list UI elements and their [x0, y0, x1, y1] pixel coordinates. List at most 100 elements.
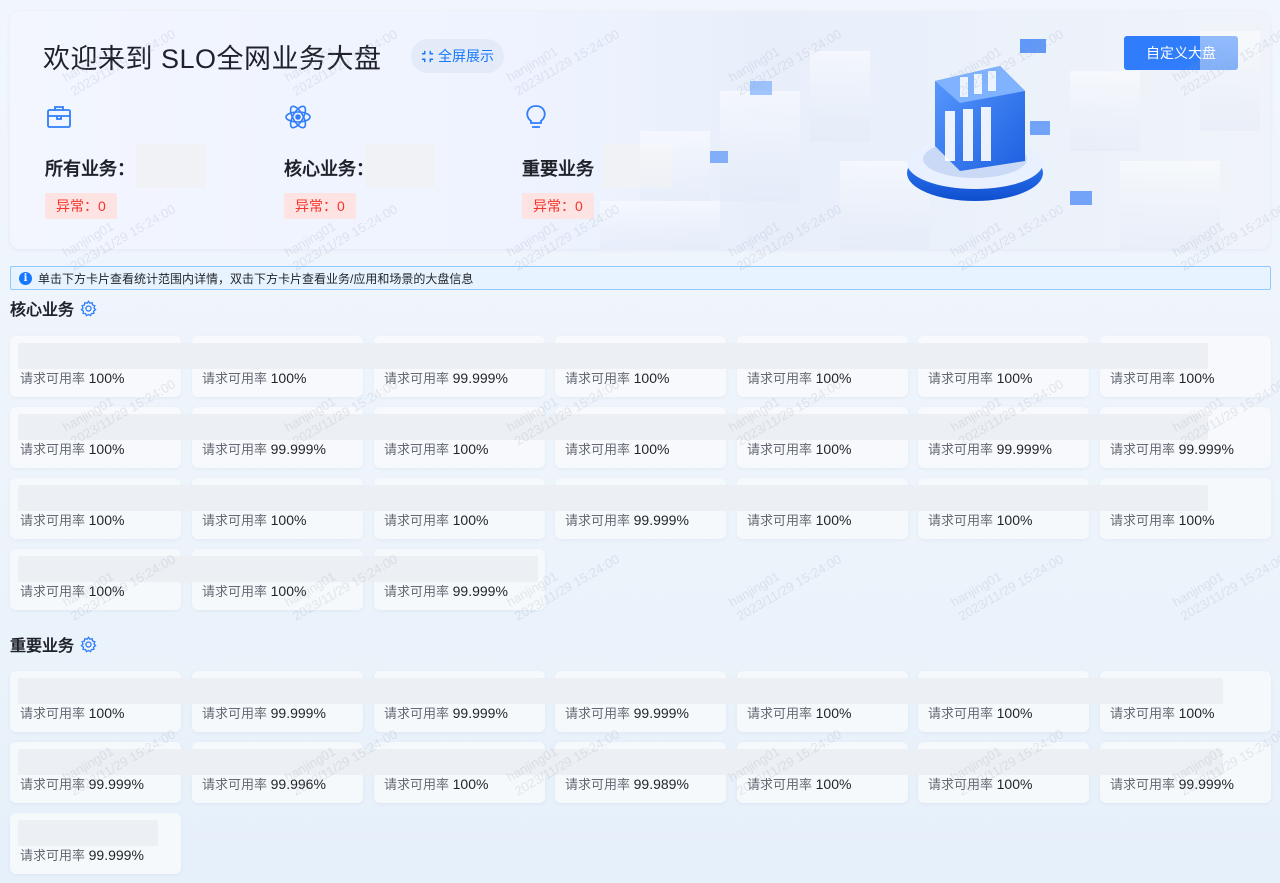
- metric-value: 100%: [996, 370, 1033, 386]
- metric-label: 请求可用率: [565, 777, 634, 792]
- availability-metric: 请求可用率 99.999%: [928, 439, 1052, 458]
- metric-label: 请求可用率: [747, 777, 816, 792]
- metric-label: 请求可用率: [202, 706, 271, 721]
- metric-label: 请求可用率: [202, 584, 271, 599]
- availability-metric: 请求可用率 99.999%: [202, 703, 326, 722]
- metric-label: 请求可用率: [565, 371, 634, 386]
- metric-value: 100%: [88, 512, 125, 528]
- metric-value: 100%: [270, 370, 307, 386]
- availability-metric: 请求可用率 100%: [1110, 703, 1214, 722]
- metric-label: 请求可用率: [1110, 442, 1179, 457]
- redacted-names-strip: [18, 820, 158, 846]
- metric-label: 请求可用率: [565, 442, 634, 457]
- info-icon: i: [19, 271, 32, 285]
- metric-label: 请求可用率: [20, 442, 89, 457]
- availability-metric: 请求可用率 99.999%: [202, 439, 326, 458]
- stat-label: 重要业务: [522, 159, 594, 179]
- abnormal-badge[interactable]: 异常：0: [45, 193, 117, 219]
- metric-label: 请求可用率: [747, 371, 816, 386]
- metric-value: 99.999%: [452, 583, 508, 599]
- availability-metric: 请求可用率 100%: [928, 368, 1032, 387]
- availability-metric: 请求可用率 100%: [928, 510, 1032, 529]
- metric-label: 请求可用率: [20, 513, 89, 528]
- availability-metric: 请求可用率 99.999%: [384, 368, 508, 387]
- availability-metric: 请求可用率 100%: [928, 703, 1032, 722]
- availability-metric: 请求可用率 100%: [384, 439, 488, 458]
- metric-value: 100%: [633, 441, 670, 457]
- metric-label: 请求可用率: [20, 777, 89, 792]
- metric-value: 100%: [996, 705, 1033, 721]
- availability-metric: 请求可用率 99.996%: [202, 774, 326, 793]
- availability-metric: 请求可用率 99.999%: [565, 510, 689, 529]
- metric-label: 请求可用率: [1110, 706, 1179, 721]
- availability-metric: 请求可用率 100%: [1110, 510, 1214, 529]
- banner-illustration: [600, 31, 1260, 249]
- availability-metric: 请求可用率 100%: [747, 439, 851, 458]
- metric-label: 请求可用率: [202, 777, 271, 792]
- metric-label: 请求可用率: [20, 848, 89, 863]
- availability-metric: 请求可用率 100%: [20, 439, 124, 458]
- metric-value: 100%: [88, 705, 125, 721]
- metric-label: 请求可用率: [384, 584, 453, 599]
- metric-value: 100%: [270, 512, 307, 528]
- abnormal-badge[interactable]: 异常：0: [522, 193, 594, 219]
- stat-label: 核心业务：: [284, 159, 374, 179]
- metric-label: 请求可用率: [202, 442, 271, 457]
- availability-metric: 请求可用率 100%: [565, 368, 669, 387]
- metric-value: 100%: [1178, 512, 1215, 528]
- fullscreen-label: 全屏展示: [438, 48, 494, 64]
- availability-metric: 请求可用率 100%: [747, 368, 851, 387]
- metric-value: 100%: [88, 441, 125, 457]
- metric-value: 99.999%: [270, 705, 326, 721]
- metric-value: 100%: [815, 370, 852, 386]
- availability-metric: 请求可用率 100%: [202, 368, 306, 387]
- stat-core-business[interactable]: 核心业务： 异常：0: [284, 103, 504, 233]
- availability-metric: 请求可用率 100%: [20, 581, 124, 600]
- metric-value: 99.999%: [452, 370, 508, 386]
- metric-label: 请求可用率: [928, 706, 997, 721]
- metric-value: 100%: [88, 370, 125, 386]
- metric-value: 100%: [996, 512, 1033, 528]
- availability-metric: 请求可用率 99.999%: [1110, 774, 1234, 793]
- metric-value: 100%: [815, 512, 852, 528]
- metric-value: 99.999%: [88, 847, 144, 863]
- stat-value-placeholder: [136, 144, 206, 188]
- stat-all-business[interactable]: 所有业务： 异常：0: [45, 103, 265, 233]
- info-text: 单击下方卡片查看统计范围内详情，双击下方卡片查看业务/应用和场景的大盘信息: [38, 271, 474, 286]
- availability-metric: 请求可用率 100%: [20, 703, 124, 722]
- availability-metric: 请求可用率 99.999%: [384, 703, 508, 722]
- metric-value: 100%: [815, 441, 852, 457]
- metric-label: 请求可用率: [747, 706, 816, 721]
- metric-value: 99.989%: [633, 776, 689, 792]
- availability-metric: 请求可用率 100%: [384, 510, 488, 529]
- metric-label: 请求可用率: [747, 442, 816, 457]
- section-title: 重要业务: [10, 632, 97, 656]
- availability-metric: 请求可用率 99.999%: [1110, 439, 1234, 458]
- atom-icon: [285, 105, 311, 129]
- metric-value: 100%: [815, 705, 852, 721]
- availability-metric: 请求可用率 100%: [202, 581, 306, 600]
- availability-metric: 请求可用率 100%: [20, 368, 124, 387]
- gear-icon[interactable]: [80, 635, 97, 653]
- metric-value: 100%: [270, 583, 307, 599]
- redacted-names-strip: [18, 556, 538, 582]
- watermark: hanjing01 2023/11/29 15:24:00: [725, 551, 844, 624]
- metric-value: 100%: [452, 776, 489, 792]
- metric-label: 请求可用率: [20, 371, 89, 386]
- metric-label: 请求可用率: [1110, 777, 1179, 792]
- metric-label: 请求可用率: [928, 371, 997, 386]
- redacted-names-strip: [18, 749, 1223, 775]
- metric-value: 100%: [633, 370, 670, 386]
- gear-icon[interactable]: [80, 299, 97, 317]
- metric-label: 请求可用率: [202, 513, 271, 528]
- metric-value: 100%: [88, 583, 125, 599]
- fullscreen-button[interactable]: 全屏展示: [411, 39, 504, 73]
- welcome-banner: 欢迎来到 SLO全网业务大盘 全屏展示 自定义大盘 所有业务： 异常：0 核心业…: [10, 11, 1270, 249]
- metric-value: 99.999%: [270, 441, 326, 457]
- metric-value: 100%: [452, 512, 489, 528]
- section-title-label: 核心业务: [10, 302, 75, 319]
- availability-metric: 请求可用率 100%: [565, 439, 669, 458]
- metric-value: 100%: [1178, 705, 1215, 721]
- abnormal-badge[interactable]: 异常：0: [284, 193, 356, 219]
- expand-icon: [421, 50, 434, 62]
